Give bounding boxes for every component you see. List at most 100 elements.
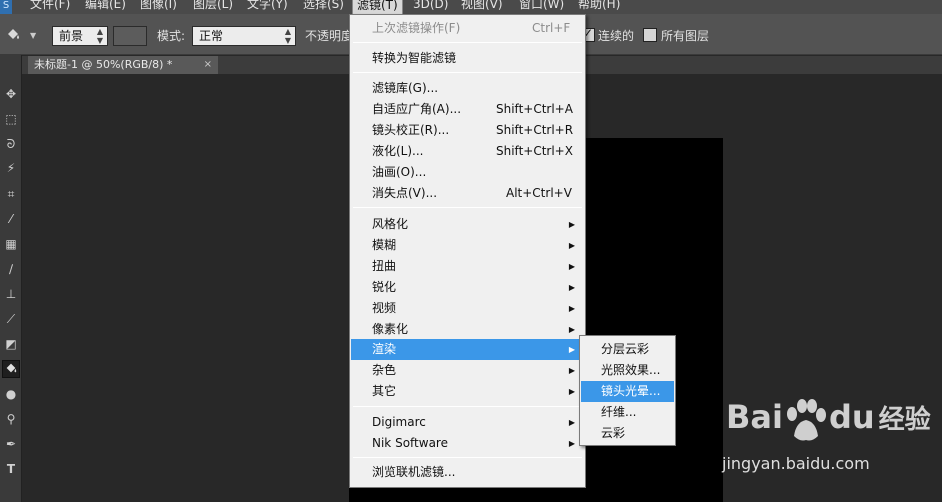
lasso-tool-icon[interactable]: ᘐ xyxy=(2,135,20,153)
menu-item-label: 像素化 xyxy=(372,322,409,336)
menu-item-other[interactable]: 其它 ▶ xyxy=(351,381,584,402)
submenu-item-lighting-effects[interactable]: 光照效果... xyxy=(581,360,674,381)
paint-bucket-tool-icon[interactable] xyxy=(2,360,20,378)
menu-item-oil-paint[interactable]: 油画(O)... xyxy=(351,162,584,183)
submenu-arrow-icon: ▶ xyxy=(568,439,575,448)
menu-select[interactable]: 选择(S) xyxy=(299,0,348,14)
menu-type[interactable]: 文字(Y) xyxy=(243,0,292,14)
watermark-bai: Bai xyxy=(726,398,783,436)
menu-3d[interactable]: 3D(D) xyxy=(409,0,452,14)
submenu-arrow-icon: ▶ xyxy=(568,345,575,354)
menu-item-pixelate[interactable]: 像素化 ▶ xyxy=(351,319,584,340)
menu-item-label: Digimarc xyxy=(372,415,426,429)
menu-separator xyxy=(353,42,582,43)
magic-wand-tool-icon[interactable]: ⚡ xyxy=(2,159,20,177)
menu-item-label: 滤镜库(G)... xyxy=(372,81,439,95)
type-tool-icon[interactable]: T xyxy=(2,460,20,478)
submenu-item-difference-clouds[interactable]: 分层云彩 xyxy=(581,339,674,360)
all-layers-checkbox[interactable] xyxy=(643,28,657,42)
menu-help[interactable]: 帮助(H) xyxy=(574,0,624,14)
submenu-item-lens-flare[interactable]: 镜头光晕... xyxy=(581,381,674,402)
menu-item-shortcut: Ctrl+F xyxy=(532,21,571,35)
mode-label: 模式: xyxy=(157,29,186,43)
menu-item-shortcut: Shift+Ctrl+A xyxy=(496,102,573,116)
menu-edit[interactable]: 编辑(E) xyxy=(81,0,130,14)
tools-panel: ✥ ⬚ ᘐ ⚡ ⌗ ⁄ ▦ ∕ ⊥ ⟋ ◩ ● ⚲ ✒ T xyxy=(0,55,22,502)
menu-item-label: 锐化 xyxy=(372,280,397,294)
menu-item-label: 杂色 xyxy=(372,363,397,377)
marquee-tool-icon[interactable]: ⬚ xyxy=(2,110,20,128)
menu-item-distort[interactable]: 扭曲 ▶ xyxy=(351,256,584,277)
menu-item-stylize[interactable]: 风格化 ▶ xyxy=(351,214,584,235)
fill-source-value: 前景 xyxy=(59,29,84,43)
menu-item-adaptive-wide-angle[interactable]: 自适应广角(A)... Shift+Ctrl+A xyxy=(351,99,584,120)
menu-item-label: 浏览联机滤镜... xyxy=(372,465,456,479)
menu-layer[interactable]: 图层(L) xyxy=(189,0,237,14)
menu-item-label: 镜头校正(R)... xyxy=(372,123,450,137)
tool-preset-chevron-icon[interactable]: ▼ xyxy=(30,27,36,45)
menu-item-shortcut: Shift+Ctrl+X xyxy=(496,144,573,158)
submenu-arrow-icon: ▶ xyxy=(568,418,575,427)
submenu-arrow-icon: ▶ xyxy=(568,241,575,250)
fill-source-select[interactable]: 前景 ▲ ▼ xyxy=(52,26,108,46)
menu-item-video[interactable]: 视频 ▶ xyxy=(351,298,584,319)
menu-item-label: 扭曲 xyxy=(372,259,397,273)
submenu-arrow-icon: ▶ xyxy=(568,387,575,396)
eyedropper-tool-icon[interactable]: ⁄ xyxy=(2,210,20,228)
select-arrows-icon: ▲ ▼ xyxy=(284,27,291,45)
dodge-tool-icon[interactable]: ⚲ xyxy=(2,410,20,428)
menu-view[interactable]: 视图(V) xyxy=(457,0,507,14)
menu-item-filter-gallery[interactable]: 滤镜库(G)... xyxy=(351,78,584,99)
menu-item-browse-online-filters[interactable]: 浏览联机滤镜... xyxy=(351,462,584,483)
brush-tool-icon[interactable]: ∕ xyxy=(2,260,20,278)
baidu-jingyan-watermark: Bai du 经验 jingyan.baidu.com xyxy=(722,398,932,488)
baidu-paw-icon xyxy=(787,399,826,441)
menu-item-vanishing-point[interactable]: 消失点(V)... Alt+Ctrl+V xyxy=(351,183,584,204)
pen-tool-icon[interactable]: ✒ xyxy=(2,435,20,453)
opacity-label: 不透明度 xyxy=(305,29,354,43)
menu-item-sharpen[interactable]: 锐化 ▶ xyxy=(351,277,584,298)
menu-item-label: 油画(O)... xyxy=(372,165,427,179)
menu-bar: S 文件(F) 编辑(E) 图像(I) 图层(L) 文字(Y) 选择(S) 滤镜… xyxy=(0,0,942,14)
select-arrows-icon: ▲ ▼ xyxy=(96,27,103,45)
menu-window[interactable]: 窗口(W) xyxy=(515,0,568,14)
menu-filter[interactable]: 滤镜(T) xyxy=(352,0,403,14)
document-tab[interactable]: 未标题-1 @ 50%(RGB/8) * × xyxy=(28,56,218,74)
watermark-du: du xyxy=(828,398,875,436)
menu-item-shortcut: Alt+Ctrl+V xyxy=(506,186,572,200)
filter-menu: 上次滤镜操作(F) Ctrl+F 转换为智能滤镜 滤镜库(G)... 自适应广角… xyxy=(349,14,586,488)
menu-item-noise[interactable]: 杂色 ▶ xyxy=(351,360,584,381)
menu-item-nik-software[interactable]: Nik Software ▶ xyxy=(351,433,584,454)
move-tool-icon[interactable]: ✥ xyxy=(2,85,20,103)
paint-bucket-icon[interactable] xyxy=(4,26,22,44)
menu-separator xyxy=(353,72,582,73)
menu-item-label: Nik Software xyxy=(372,436,448,450)
crop-tool-icon[interactable]: ⌗ xyxy=(2,185,20,203)
pattern-picker[interactable] xyxy=(113,26,147,46)
blur-tool-icon[interactable]: ● xyxy=(2,385,20,403)
mode-select[interactable]: 正常 ▲ ▼ xyxy=(192,26,296,46)
menu-item-render[interactable]: 渲染 ▶ xyxy=(351,339,584,360)
menu-image[interactable]: 图像(I) xyxy=(136,0,181,14)
history-brush-tool-icon[interactable]: ⟋ xyxy=(2,310,20,328)
menu-item-label: 消失点(V)... xyxy=(372,186,438,200)
eraser-tool-icon[interactable]: ◩ xyxy=(2,335,20,353)
menu-item-digimarc[interactable]: Digimarc ▶ xyxy=(351,412,584,433)
menu-item-label: 风格化 xyxy=(372,217,409,231)
menu-item-liquify[interactable]: 液化(L)... Shift+Ctrl+X xyxy=(351,141,584,162)
all-layers-label: 所有图层 xyxy=(661,29,710,43)
menu-item-blur[interactable]: 模糊 ▶ xyxy=(351,235,584,256)
close-icon[interactable]: × xyxy=(204,56,212,73)
submenu-item-fibers[interactable]: 纤维... xyxy=(581,402,674,423)
submenu-arrow-icon: ▶ xyxy=(568,220,575,229)
watermark-jingyan: 经验 xyxy=(878,405,931,435)
menu-item-convert-smart-filter[interactable]: 转换为智能滤镜 xyxy=(351,48,584,69)
healing-brush-tool-icon[interactable]: ▦ xyxy=(2,235,20,253)
menu-file[interactable]: 文件(F) xyxy=(26,0,74,14)
menu-item-label: 其它 xyxy=(372,384,397,398)
menu-item-label: 液化(L)... xyxy=(372,144,424,158)
clone-stamp-tool-icon[interactable]: ⊥ xyxy=(2,285,20,303)
submenu-item-clouds[interactable]: 云彩 xyxy=(581,423,674,444)
photoshop-logo: S xyxy=(0,0,12,14)
menu-item-lens-correction[interactable]: 镜头校正(R)... Shift+Ctrl+R xyxy=(351,120,584,141)
